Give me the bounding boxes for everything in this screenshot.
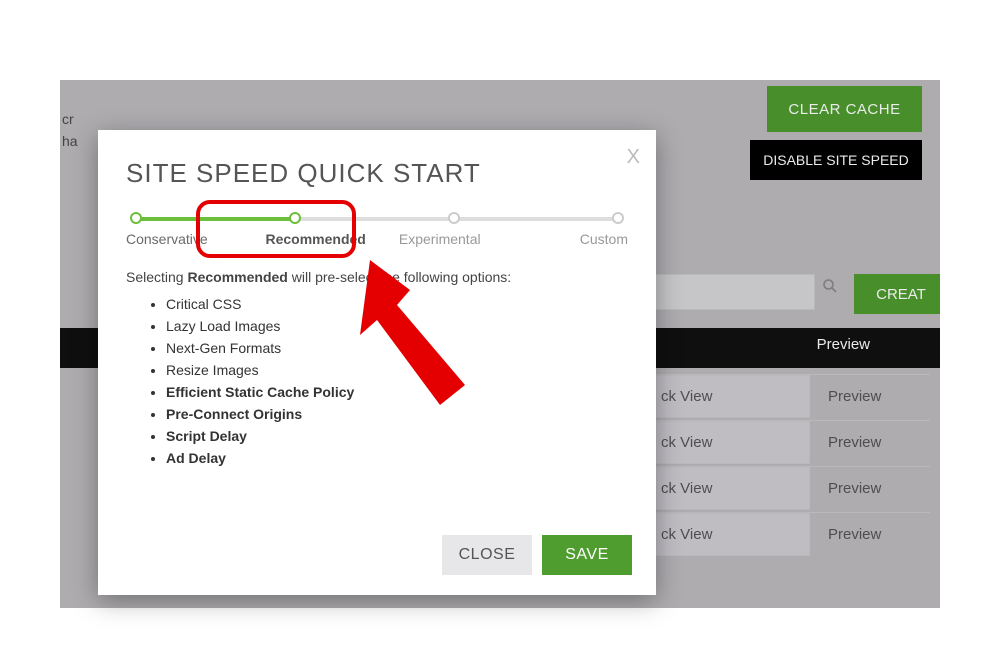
annotation-arrow-icon: [355, 260, 485, 420]
desc-bold: Recommended: [187, 269, 287, 285]
modal-actions: CLOSE SAVE: [442, 535, 632, 575]
modal-close-button[interactable]: X: [627, 146, 640, 169]
slider-stop-custom[interactable]: [612, 212, 624, 224]
modal-close-action[interactable]: CLOSE: [442, 535, 532, 575]
slider-stop-experimental[interactable]: [448, 212, 460, 224]
step-label-experimental[interactable]: Experimental: [377, 231, 503, 247]
slider-stop-conservative[interactable]: [130, 212, 142, 224]
stage: crha CLEAR CACHE DISABLE SITE SPEED CREA…: [0, 0, 1000, 667]
desc-pre: Selecting: [126, 269, 187, 285]
modal-save-action[interactable]: SAVE: [542, 535, 632, 575]
annotation-highlight-box: [196, 200, 356, 258]
option-item: Script Delay: [166, 425, 628, 447]
step-label-custom[interactable]: Custom: [503, 231, 629, 247]
option-item: Ad Delay: [166, 447, 628, 469]
modal-title: SITE SPEED QUICK START: [126, 158, 628, 189]
